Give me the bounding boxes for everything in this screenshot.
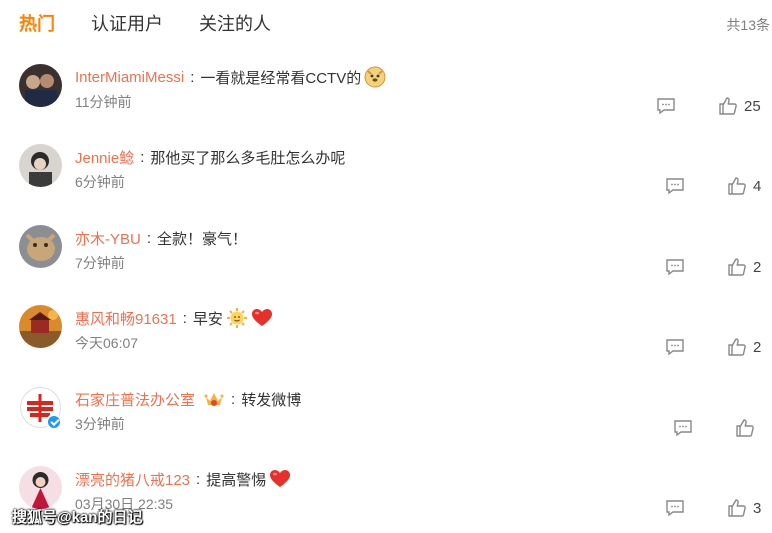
reply-icon[interactable] (673, 419, 693, 437)
comment-time: 11分钟前 (75, 94, 132, 110)
like-count: 2 (753, 338, 762, 356)
thumbs-up-icon (728, 338, 746, 356)
comment-username[interactable]: InterMiamiMessi (75, 69, 184, 86)
comment-item: 石家庄普法办公室 : 转发微博 3分钟前 (0, 386, 772, 466)
colon: : (196, 470, 201, 488)
heart-emoji-icon (251, 307, 273, 329)
like-button[interactable]: 3 (727, 498, 761, 518)
comment-text: 提高警惕 (206, 471, 267, 489)
comment-item: 惠风和畅91631 : 早安 今天06:07 2 (0, 305, 772, 385)
crown-badge-icon (203, 388, 225, 410)
comment-time: 6分钟前 (75, 174, 125, 190)
reply-icon[interactable] (665, 258, 685, 276)
comment-username[interactable]: 漂亮的猪八戒123 (75, 469, 190, 490)
doge-emoji-icon (364, 66, 386, 88)
reply-icon[interactable] (656, 97, 676, 115)
tab-verified-users[interactable]: 认证用户 (91, 10, 163, 36)
verified-badge-icon (46, 414, 62, 430)
like-button[interactable]: 2 (727, 337, 761, 357)
avatar[interactable] (19, 305, 62, 348)
watermark: 搜狐号@kan的日记 (12, 509, 143, 526)
comment-time: 3分钟前 (75, 416, 125, 432)
sun-emoji-icon (226, 307, 248, 329)
like-button[interactable]: 2 (727, 257, 761, 277)
like-count: 4 (753, 177, 762, 195)
comment-time: 7分钟前 (75, 255, 125, 271)
like-count: 25 (744, 97, 761, 115)
like-button[interactable]: 25 (718, 96, 761, 116)
thumbs-up-icon (719, 97, 737, 115)
comment-username[interactable]: 石家庄普法办公室 (75, 389, 195, 410)
comment-item: Jennie鲶 : 那他买了那么多毛肚怎么办呢 6分钟前 4 (0, 144, 772, 224)
comment-tabs: 热门 认证用户 关注的人 共13条 (0, 0, 772, 48)
like-count: 3 (753, 499, 762, 517)
thumbs-up-icon (728, 177, 746, 195)
comment-username[interactable]: 亦木-YBU (75, 228, 141, 249)
thumbs-up-icon (728, 499, 746, 517)
avatar[interactable] (19, 64, 62, 107)
tab-following[interactable]: 关注的人 (199, 10, 271, 36)
avatar[interactable] (19, 466, 62, 509)
comment-total: 共13条 (726, 17, 770, 33)
like-count: 2 (753, 258, 762, 276)
comment-item: InterMiamiMessi : 一看就是经常看CCTV的 11分钟前 25 (0, 64, 772, 144)
comment-text: 转发微博 (241, 391, 302, 409)
reply-icon[interactable] (665, 499, 685, 517)
comment-text: 一看就是经常看CCTV的 (200, 69, 362, 87)
thumbs-up-icon (728, 258, 746, 276)
like-button[interactable]: 4 (727, 176, 761, 196)
colon: : (231, 390, 236, 408)
comment-time: 今天06:07 (75, 335, 139, 351)
tab-hot[interactable]: 热门 (19, 10, 55, 36)
comment-text: 早安 (192, 310, 223, 328)
colon: : (182, 309, 187, 327)
avatar[interactable] (19, 144, 62, 187)
avatar[interactable] (19, 225, 62, 268)
comment-username[interactable]: 惠风和畅91631 (75, 308, 177, 329)
thumbs-up-icon (736, 419, 754, 437)
like-button[interactable] (735, 418, 761, 438)
reply-icon[interactable] (665, 338, 685, 356)
comment-item: 亦木-YBU : 全款！豪气！ 7分钟前 2 (0, 225, 772, 305)
colon: : (190, 68, 195, 86)
comment-text: 那他买了那么多毛肚怎么办呢 (150, 149, 346, 167)
comment-username[interactable]: Jennie鲶 (75, 147, 134, 168)
comment-text: 全款！豪气！ (157, 230, 248, 248)
colon: : (140, 148, 145, 166)
heart-emoji-icon (269, 468, 291, 490)
reply-icon[interactable] (665, 177, 685, 195)
colon: : (146, 229, 152, 247)
